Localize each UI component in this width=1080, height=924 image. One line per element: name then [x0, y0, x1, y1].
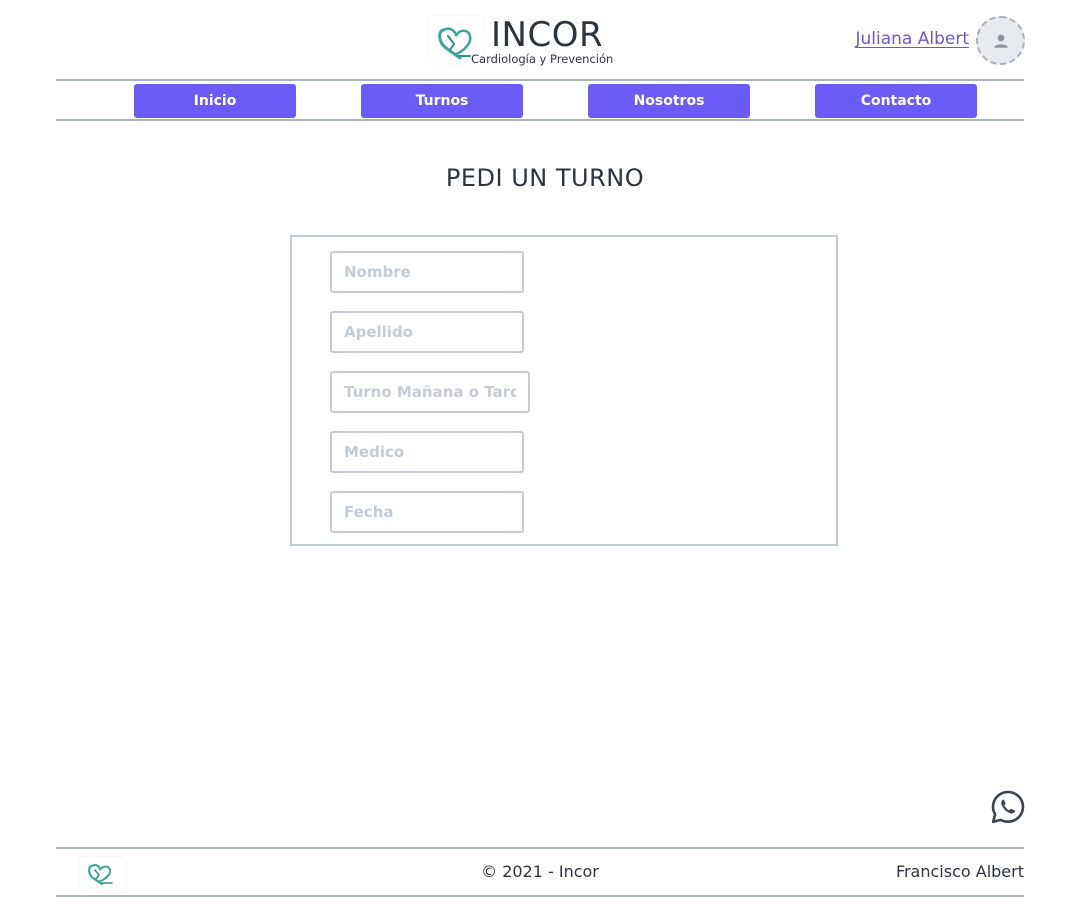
- apellido-input[interactable]: [332, 313, 522, 351]
- user-avatar[interactable]: [976, 16, 1025, 65]
- nombre-field-wrapper: [330, 251, 524, 293]
- apellido-field-wrapper: [330, 311, 524, 353]
- appointment-form: [290, 235, 838, 546]
- brand[interactable]: INCOR Cardiología y Prevención: [430, 14, 630, 70]
- footer-author: Francisco Albert: [895, 862, 1024, 881]
- whatsapp-icon[interactable]: [990, 789, 1026, 825]
- footer: © 2021 - Incor Francisco Albert: [56, 847, 1024, 897]
- brand-subtitle: Cardiología y Prevención: [471, 52, 614, 66]
- nav-nosotros-button[interactable]: Nosotros: [588, 84, 750, 118]
- medico-field-wrapper: [330, 431, 524, 473]
- user-icon: [993, 34, 1008, 48]
- nav-inicio-button[interactable]: Inicio: [134, 84, 296, 118]
- turno-input[interactable]: [332, 373, 528, 411]
- nav-contacto-button[interactable]: Contacto: [815, 84, 977, 118]
- nombre-input[interactable]: [332, 253, 522, 291]
- fecha-input[interactable]: [332, 493, 522, 531]
- main-nav: Inicio Turnos Nosotros Contacto: [56, 79, 1024, 121]
- footer-copyright: © 2021 - Incor: [481, 862, 599, 881]
- fecha-field-wrapper: [330, 491, 524, 533]
- nav-turnos-button[interactable]: Turnos: [361, 84, 523, 118]
- user-name-link[interactable]: Juliana Albert: [855, 28, 969, 50]
- medico-input[interactable]: [332, 433, 522, 471]
- brand-title: INCOR: [491, 15, 604, 55]
- page-title: PEDI UN TURNO: [445, 164, 645, 192]
- turno-field-wrapper: [330, 371, 530, 413]
